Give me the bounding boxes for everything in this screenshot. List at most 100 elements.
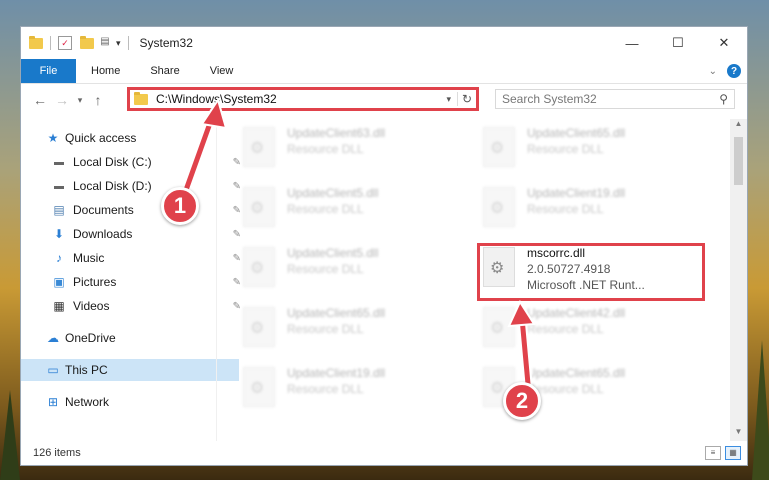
- expand-ribbon-icon[interactable]: ⌄: [709, 66, 717, 77]
- up-arrow-icon[interactable]: ↑: [87, 92, 109, 108]
- customize-icon[interactable]: ▤: [98, 36, 112, 50]
- properties-icon[interactable]: ✓: [58, 36, 72, 50]
- sidebar-item-label: Network: [65, 395, 110, 409]
- close-button[interactable]: ✕: [701, 27, 747, 59]
- address-dropdown-icon[interactable]: ▾: [446, 94, 457, 105]
- videos-icon: ▦: [53, 299, 65, 313]
- status-bar: 126 items ≡ ▦: [21, 441, 747, 465]
- drive-icon: ▬: [54, 180, 64, 192]
- sidebar-item-downloads[interactable]: ⬇ Downloads ✎: [21, 223, 245, 245]
- ribbon-right: ⌄ ?: [709, 59, 747, 83]
- sidebar-item-this-pc[interactable]: ▭ This PC: [21, 359, 239, 381]
- file-item[interactable]: ⚙ UpdateClient65.dll Resource DLL: [243, 305, 473, 353]
- file-type: Resource DLL: [527, 322, 604, 336]
- navigation-pane: ★ Quick access ▬ Local Disk (C:) ✎ ▬ Loc…: [21, 121, 241, 441]
- address-row: ← → ▾ ↑ C:\Windows\System32 ▾ ↻ Search S…: [21, 83, 747, 117]
- file-type: Resource DLL: [287, 142, 364, 156]
- file-item[interactable]: ⚙ UpdateClient42.dll Resource DLL: [483, 305, 713, 353]
- tiles-view-icon[interactable]: ▦: [725, 446, 741, 460]
- window-controls: — ☐ ✕: [609, 27, 747, 59]
- dll-file-icon: ⚙: [483, 307, 515, 347]
- gear-icon: ⚙: [490, 200, 505, 217]
- scroll-up-icon[interactable]: ▲: [730, 119, 747, 133]
- download-icon: ⬇: [53, 227, 65, 241]
- scroll-thumb[interactable]: [734, 137, 743, 185]
- sidebar-item-videos[interactable]: ▦ Videos ✎: [21, 295, 245, 317]
- gear-icon: ⚙: [250, 200, 265, 217]
- documents-icon: ▤: [53, 203, 65, 217]
- dll-file-icon: ⚙: [243, 127, 275, 167]
- gear-icon: ⚙: [250, 320, 265, 337]
- file-item[interactable]: ⚙ UpdateClient63.dll Resource DLL: [243, 125, 473, 173]
- tab-file[interactable]: File: [21, 59, 76, 83]
- sidebar-item-pictures[interactable]: ▣ Pictures ✎: [21, 271, 245, 293]
- quick-access-toolbar: ✓ ▤ ▾: [21, 35, 132, 50]
- file-item[interactable]: ⚙ UpdateClient5.dll Resource DLL: [243, 185, 473, 233]
- dll-file-icon: ⚙: [243, 247, 275, 287]
- refresh-icon[interactable]: ↻: [457, 92, 476, 106]
- background-tree: [752, 340, 769, 480]
- file-name: UpdateClient19.dll: [287, 366, 386, 380]
- file-name: UpdateClient63.dll: [287, 126, 386, 140]
- recent-locations-icon[interactable]: ▾: [73, 95, 87, 106]
- file-type: Resource DLL: [527, 382, 604, 396]
- gear-icon: ⚙: [250, 380, 265, 397]
- search-input[interactable]: Search System32 ⚲: [495, 89, 735, 109]
- sidebar-item-local-disk-d[interactable]: ▬ Local Disk (D:) ✎: [21, 175, 245, 197]
- sidebar-item-local-disk-c[interactable]: ▬ Local Disk (C:) ✎: [21, 151, 245, 173]
- sidebar-item-documents[interactable]: ▤ Documents ✎: [21, 199, 245, 221]
- file-item[interactable]: ⚙ UpdateClient19.dll Resource DLL: [483, 185, 713, 233]
- sidebar-item-label: Pictures: [73, 275, 117, 289]
- sidebar-item-label: Local Disk (C:): [73, 155, 152, 169]
- new-folder-icon[interactable]: [80, 35, 94, 49]
- computer-icon: ▭: [47, 363, 59, 377]
- file-type: Resource DLL: [287, 202, 364, 216]
- star-icon: ★: [47, 131, 59, 145]
- details-view-icon[interactable]: ≡: [705, 446, 721, 460]
- help-icon[interactable]: ?: [727, 64, 741, 78]
- sidebar-item-label: Videos: [73, 299, 110, 313]
- gear-icon: ⚙: [490, 380, 505, 397]
- file-type: Resource DLL: [287, 322, 364, 336]
- file-type: Resource DLL: [287, 382, 364, 396]
- file-type: Resource DLL: [287, 262, 364, 276]
- toolbar-dropdown-icon[interactable]: ▾: [116, 38, 121, 49]
- tab-view[interactable]: View: [195, 59, 249, 83]
- address-path[interactable]: C:\Windows\System32: [156, 92, 446, 106]
- sidebar-item-quick-access[interactable]: ★ Quick access: [21, 127, 239, 149]
- file-item[interactable]: ⚙ UpdateClient5.dll Resource DLL: [243, 245, 473, 293]
- file-type: Resource DLL: [527, 202, 604, 216]
- sidebar-item-label: Documents: [73, 203, 134, 217]
- minimize-button[interactable]: —: [609, 27, 655, 59]
- sidebar-item-label: Downloads: [73, 227, 133, 241]
- file-name: UpdateClient5.dll: [287, 186, 379, 200]
- sidebar-item-music[interactable]: ♪ Music ✎: [21, 247, 245, 269]
- file-name: UpdateClient65.dll: [287, 306, 386, 320]
- background-tree: [0, 390, 20, 480]
- file-item[interactable]: ⚙ UpdateClient65.dll Resource DLL: [483, 125, 713, 173]
- folder-icon[interactable]: [29, 35, 43, 49]
- sidebar-item-label: OneDrive: [65, 331, 116, 345]
- drive-icon: ▬: [54, 156, 64, 168]
- sidebar-item-label: This PC: [65, 363, 108, 377]
- view-buttons: ≡ ▦: [705, 446, 741, 460]
- forward-arrow-icon[interactable]: →: [51, 92, 73, 108]
- gear-icon: ⚙: [490, 320, 505, 337]
- search-placeholder: Search System32: [502, 92, 597, 106]
- maximize-button[interactable]: ☐: [655, 27, 701, 59]
- back-arrow-icon[interactable]: ←: [29, 92, 51, 108]
- toolbar-divider: [127, 36, 129, 50]
- address-bar[interactable]: C:\Windows\System32 ▾ ↻: [127, 87, 479, 111]
- file-item[interactable]: ⚙ UpdateClient19.dll Resource DLL: [243, 365, 473, 413]
- sidebar-item-onedrive[interactable]: ☁ OneDrive: [21, 327, 239, 349]
- scroll-down-icon[interactable]: ▼: [730, 427, 747, 441]
- cloud-icon: ☁: [47, 331, 59, 345]
- vertical-scrollbar[interactable]: ▲ ▼: [730, 119, 747, 441]
- sidebar-item-label: Quick access: [65, 131, 137, 145]
- tab-share[interactable]: Share: [135, 59, 194, 83]
- file-name: UpdateClient65.dll: [527, 366, 626, 380]
- tab-home[interactable]: Home: [76, 59, 135, 83]
- dll-file-icon: ⚙: [483, 187, 515, 227]
- file-name: UpdateClient19.dll: [527, 186, 626, 200]
- sidebar-item-network[interactable]: ⊞ Network: [21, 391, 239, 413]
